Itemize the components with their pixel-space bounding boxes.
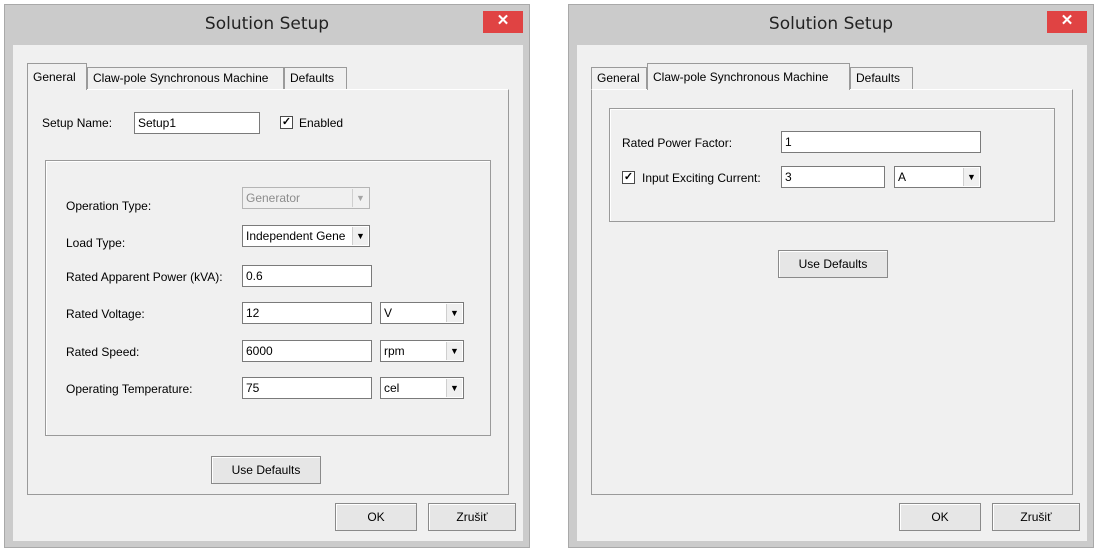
rated-speed-label: Rated Speed: (66, 345, 140, 359)
close-button[interactable]: ✕ (1047, 11, 1087, 33)
operation-type-select: Generator ▼ (242, 187, 370, 209)
rated-voltage-unit-value: V (384, 306, 393, 320)
input-exciting-current-unit-select[interactable]: A ▼ (894, 166, 981, 188)
checkmark-icon: ✓ (623, 171, 634, 183)
dialog-content: General Claw-pole Synchronous Machine De… (577, 45, 1087, 541)
use-defaults-button[interactable]: Use Defaults (211, 456, 321, 484)
load-type-select[interactable]: Independent Gene ▼ (242, 225, 370, 247)
solution-setup-window-general: Solution Setup ✕ General Claw-pole Synch… (4, 4, 530, 548)
window-title: Solution Setup (768, 14, 894, 34)
rated-power-factor-label: Rated Power Factor: (622, 136, 733, 150)
rated-voltage-input[interactable]: 12 (242, 302, 372, 324)
operation-type-label: Operation Type: (66, 199, 152, 213)
close-icon: ✕ (496, 12, 510, 29)
load-type-label: Load Type: (66, 236, 126, 250)
chevron-down-icon: ▼ (446, 304, 462, 322)
load-type-value: Independent Gene (246, 229, 346, 243)
tab-panel-general: Setup Name: Setup1 ✓ Enabled Operation T… (27, 89, 509, 495)
rated-speed-input[interactable]: 6000 (242, 340, 372, 362)
input-exciting-current-unit-value: A (898, 170, 907, 184)
rated-power-factor-input[interactable]: 1 (781, 131, 981, 153)
tab-panel-claw-pole: Rated Power Factor: 1 ✓ Input Exciting C… (591, 89, 1073, 495)
chevron-down-icon: ▼ (352, 227, 368, 245)
tab-defaults[interactable]: Defaults (284, 67, 347, 89)
input-exciting-current-checkbox[interactable]: ✓ (622, 171, 635, 184)
operation-type-value: Generator (246, 191, 301, 205)
tab-general[interactable]: General (591, 67, 647, 89)
tab-defaults[interactable]: Defaults (850, 67, 913, 89)
operating-temperature-input[interactable]: 75 (242, 377, 372, 399)
enabled-label: Enabled (299, 116, 344, 130)
rated-speed-unit-select[interactable]: rpm ▼ (380, 340, 464, 362)
operating-temperature-label: Operating Temperature: (66, 382, 193, 396)
checkmark-icon: ✓ (281, 116, 292, 128)
close-button[interactable]: ✕ (483, 11, 523, 33)
tab-claw-pole-synchronous-machine[interactable]: Claw-pole Synchronous Machine (87, 67, 284, 89)
rated-voltage-label: Rated Voltage: (66, 307, 145, 321)
enabled-checkbox[interactable]: ✓ (280, 116, 293, 129)
cancel-button[interactable]: Zrušiť (992, 503, 1080, 531)
setup-name-input[interactable]: Setup1 (134, 112, 260, 134)
input-exciting-current-label: Input Exciting Current: (642, 171, 761, 185)
dialog-content: General Claw-pole Synchronous Machine De… (13, 45, 523, 541)
operating-temperature-unit-select[interactable]: cel ▼ (380, 377, 464, 399)
window-title: Solution Setup (204, 14, 330, 34)
chevron-down-icon: ▼ (963, 168, 979, 186)
claw-pole-parameters-group: Rated Power Factor: 1 ✓ Input Exciting C… (609, 108, 1055, 222)
rated-apparent-power-label: Rated Apparent Power (kVA): (66, 270, 223, 284)
cancel-button[interactable]: Zrušiť (428, 503, 516, 531)
chevron-down-icon: ▼ (446, 379, 462, 397)
rated-voltage-unit-select[interactable]: V ▼ (380, 302, 464, 324)
rated-apparent-power-input[interactable]: 0.6 (242, 265, 372, 287)
setup-name-label: Setup Name: (42, 116, 113, 130)
machine-parameters-group: Operation Type: Generator ▼ Load Type: I… (45, 160, 491, 436)
chevron-down-icon: ▼ (352, 189, 368, 207)
use-defaults-button[interactable]: Use Defaults (778, 250, 888, 278)
tab-claw-pole-synchronous-machine[interactable]: Claw-pole Synchronous Machine (647, 63, 850, 90)
solution-setup-window-claw-pole: Solution Setup ✕ General Claw-pole Synch… (568, 4, 1094, 548)
tab-general[interactable]: General (27, 63, 87, 90)
operating-temperature-unit-value: cel (384, 381, 400, 395)
rated-speed-unit-value: rpm (384, 344, 405, 358)
chevron-down-icon: ▼ (446, 342, 462, 360)
close-icon: ✕ (1060, 12, 1074, 29)
input-exciting-current-input[interactable]: 3 (781, 166, 885, 188)
ok-button[interactable]: OK (335, 503, 417, 531)
ok-button[interactable]: OK (899, 503, 981, 531)
